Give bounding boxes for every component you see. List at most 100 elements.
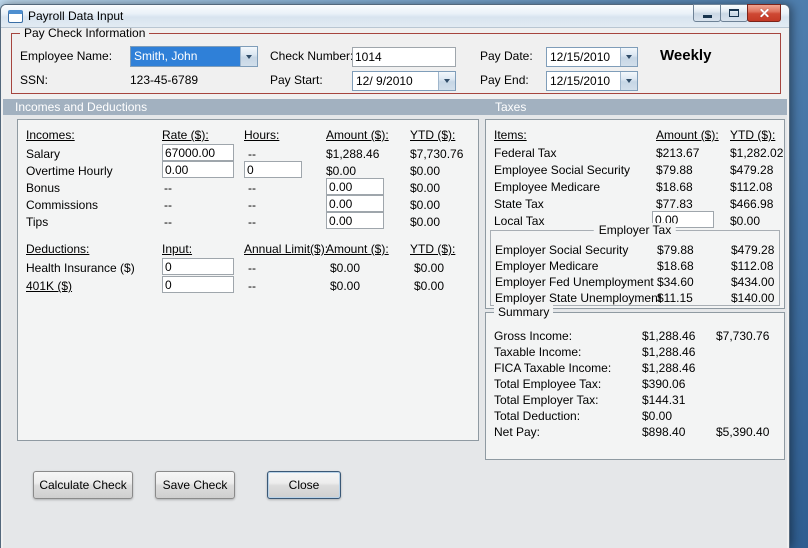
close-icon: [759, 8, 770, 19]
taxable-income-amount: $1,288.46: [642, 345, 696, 359]
pay-date-label: Pay Date:: [480, 49, 533, 63]
ssn-value: 123-45-6789: [130, 73, 199, 87]
pay-end-value: 12/15/2010: [550, 74, 611, 88]
gross-income-ytd: $7,730.76: [716, 329, 770, 343]
overtime-ytd: $0.00: [410, 164, 441, 178]
total-employer-tax-amount: $144.31: [642, 393, 686, 407]
k401-ytd: $0.00: [414, 279, 445, 293]
employee-ss-label: Employee Social Security: [494, 163, 631, 177]
pay-date-picker[interactable]: 12/15/2010: [546, 47, 638, 67]
items-col-header: Items:: [494, 128, 527, 142]
incomes-deductions-panel: Incomes: Rate ($): Hours: Amount ($): YT…: [17, 119, 479, 441]
desktop-background: Payroll Data Input Pay Check Information…: [0, 0, 808, 548]
tips-label: Tips: [26, 215, 49, 229]
employer-ss-ytd: $479.28: [731, 243, 775, 257]
total-employee-tax-label: Total Employee Tax:: [494, 377, 602, 391]
health-insurance-limit: --: [248, 261, 256, 275]
gross-income-amount: $1,288.46: [642, 329, 696, 343]
health-insurance-amount: $0.00: [330, 261, 361, 275]
employer-tax-legend: Employer Tax: [593, 223, 677, 237]
k401-input[interactable]: [162, 276, 234, 293]
tips-amount-input[interactable]: [326, 212, 384, 229]
total-deduction-label: Total Deduction:: [494, 409, 581, 423]
pay-start-picker[interactable]: 12/ 9/2010: [352, 71, 456, 91]
net-pay-amount: $898.40: [642, 425, 686, 439]
overtime-amount: $0.00: [326, 164, 357, 178]
check-number-input[interactable]: [352, 47, 456, 67]
employer-fed-unemployment-amount: $34.60: [657, 275, 694, 289]
chevron-down-icon: [444, 79, 450, 83]
incomes-section-title: Incomes and Deductions: [15, 100, 148, 114]
client-area: Pay Check Information Employee Name: Smi…: [3, 28, 787, 548]
commissions-label: Commissions: [26, 198, 99, 212]
commissions-amount-input[interactable]: [326, 195, 384, 212]
salary-hours: --: [248, 147, 256, 161]
health-insurance-label: Health Insurance ($): [26, 261, 135, 275]
tax-amount-col-header: Amount ($):: [656, 128, 719, 142]
pay-date-dropdown-button[interactable]: [620, 48, 637, 66]
employer-tax-group: Employer Tax Employer Social Security $7…: [490, 223, 780, 306]
local-tax-ytd: $0.00: [730, 214, 761, 228]
commissions-hours: --: [248, 198, 256, 212]
federal-tax-amount: $213.67: [656, 146, 700, 160]
calculate-check-button[interactable]: Calculate Check: [33, 471, 133, 499]
employee-medicare-label: Employee Medicare: [494, 180, 601, 194]
ded-ytd-col-header: YTD ($):: [410, 242, 456, 256]
close-button[interactable]: Close: [267, 471, 341, 499]
bonus-label: Bonus: [26, 181, 61, 195]
input-col-header: Input:: [162, 242, 193, 256]
pay-start-value: 12/ 9/2010: [356, 74, 413, 88]
health-insurance-ytd: $0.00: [414, 261, 445, 275]
summary-legend: Summary: [494, 305, 554, 319]
bonus-hours: --: [248, 181, 256, 195]
save-check-button[interactable]: Save Check: [155, 471, 235, 499]
employee-name-select[interactable]: Smith, John: [130, 46, 258, 67]
employer-medicare-ytd: $112.08: [731, 259, 774, 273]
maximize-button[interactable]: [720, 4, 748, 22]
employer-fed-unemployment-ytd: $434.00: [731, 275, 775, 289]
bonus-amount-input[interactable]: [326, 178, 384, 195]
employee-ss-ytd: $479.28: [730, 163, 774, 177]
window-titlebar[interactable]: Payroll Data Input: [1, 4, 789, 28]
incomes-col-header: Incomes:: [26, 128, 75, 142]
health-insurance-input[interactable]: [162, 258, 234, 275]
app-icon: [8, 9, 23, 23]
pay-start-dropdown-button[interactable]: [438, 72, 455, 90]
pay-end-picker[interactable]: 12/15/2010: [546, 71, 638, 91]
employer-ss-label: Employer Social Security: [495, 243, 629, 257]
paycheck-info-group: Pay Check Information Employee Name: Smi…: [11, 28, 781, 94]
pay-end-dropdown-button[interactable]: [620, 72, 637, 90]
overtime-label: Overtime Hourly: [26, 164, 113, 178]
chevron-down-icon: [626, 79, 632, 83]
paycheck-info-legend: Pay Check Information: [20, 28, 150, 40]
minimize-button[interactable]: [693, 4, 721, 22]
federal-tax-ytd: $1,282.02: [730, 146, 784, 160]
fica-taxable-income-label: FICA Taxable Income:: [494, 361, 612, 375]
deductions-col-header: Deductions:: [26, 242, 90, 256]
ytd-col-header: YTD ($):: [410, 128, 456, 142]
federal-tax-label: Federal Tax: [494, 146, 557, 160]
pay-date-value: 12/15/2010: [550, 50, 611, 64]
titlebar-close-button[interactable]: [747, 4, 781, 22]
employer-fed-unemployment-label: Employer Fed Unemployment: [495, 275, 654, 289]
employee-name-value: Smith, John: [134, 49, 198, 63]
ded-amount-col-header: Amount ($):: [326, 242, 389, 256]
salary-rate-input[interactable]: [162, 144, 234, 161]
taxes-section-title: Taxes: [495, 100, 527, 114]
fica-taxable-income-amount: $1,288.46: [642, 361, 696, 375]
employer-ss-amount: $79.88: [657, 243, 694, 257]
bonus-ytd: $0.00: [410, 181, 441, 195]
employer-medicare-label: Employer Medicare: [495, 259, 599, 273]
maximize-icon: [729, 9, 739, 17]
employee-name-dropdown-button[interactable]: [240, 47, 257, 66]
caption-buttons: [693, 4, 781, 22]
overtime-hours-input[interactable]: [244, 161, 302, 178]
employee-medicare-amount: $18.68: [656, 180, 693, 194]
overtime-rate-input[interactable]: [162, 161, 234, 178]
tips-ytd: $0.00: [410, 215, 441, 229]
total-deduction-amount: $0.00: [642, 409, 673, 423]
gross-income-label: Gross Income:: [494, 329, 573, 343]
k401-label[interactable]: 401K ($): [26, 279, 72, 293]
employee-name-label: Employee Name:: [20, 49, 113, 63]
hours-col-header: Hours:: [244, 128, 280, 142]
